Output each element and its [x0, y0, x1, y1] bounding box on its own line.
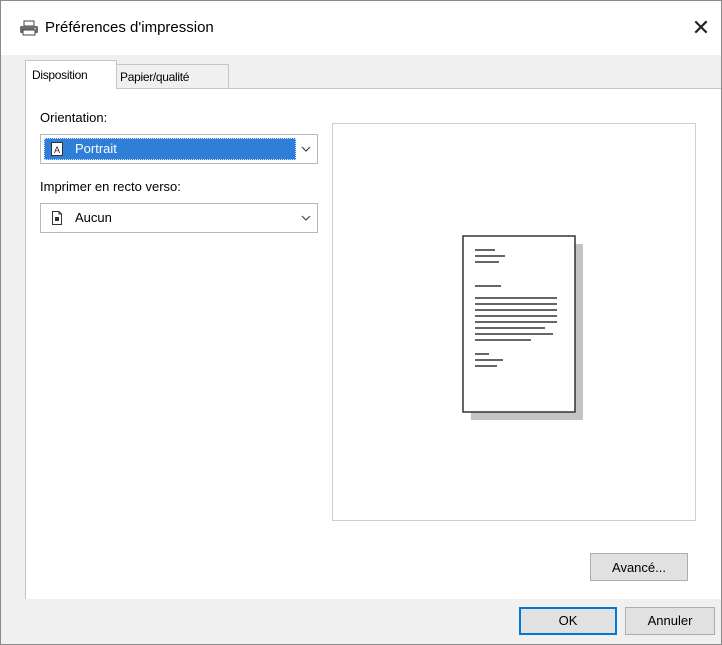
tab-papier-qualite[interactable]: Papier/qualité	[113, 64, 229, 89]
close-icon: ✕	[691, 15, 711, 40]
tab-disposition[interactable]: Disposition	[25, 60, 117, 89]
orientation-value: Portrait	[75, 141, 117, 156]
chevron-down-icon	[301, 146, 311, 152]
window-title: Préférences d'impression	[45, 19, 214, 36]
document-preview-icon	[462, 235, 583, 420]
chevron-down-icon	[301, 215, 311, 221]
portrait-page-icon: A	[51, 142, 63, 156]
duplex-select[interactable]: Aucun	[40, 203, 318, 233]
duplex-label: Imprimer en recto verso:	[40, 179, 181, 194]
orientation-select[interactable]: A Portrait	[40, 134, 318, 164]
tab-panel-disposition: Orientation: A Portrait Imprimer en rect…	[25, 88, 721, 599]
print-preferences-dialog: Préférences d'impression ✕ Disposition P…	[0, 0, 722, 645]
cancel-button[interactable]: Annuler	[625, 607, 715, 635]
advanced-button[interactable]: Avancé...	[590, 553, 688, 581]
orientation-label: Orientation:	[40, 110, 108, 125]
title-bar: Préférences d'impression ✕	[1, 1, 721, 55]
duplex-value: Aucun	[75, 210, 112, 225]
printer-icon	[20, 20, 38, 36]
layout-preview-pane	[332, 123, 696, 521]
single-sided-page-icon	[52, 211, 62, 225]
close-button[interactable]: ✕	[681, 9, 721, 47]
ok-button[interactable]: OK	[519, 607, 617, 635]
svg-text:A: A	[54, 145, 60, 155]
